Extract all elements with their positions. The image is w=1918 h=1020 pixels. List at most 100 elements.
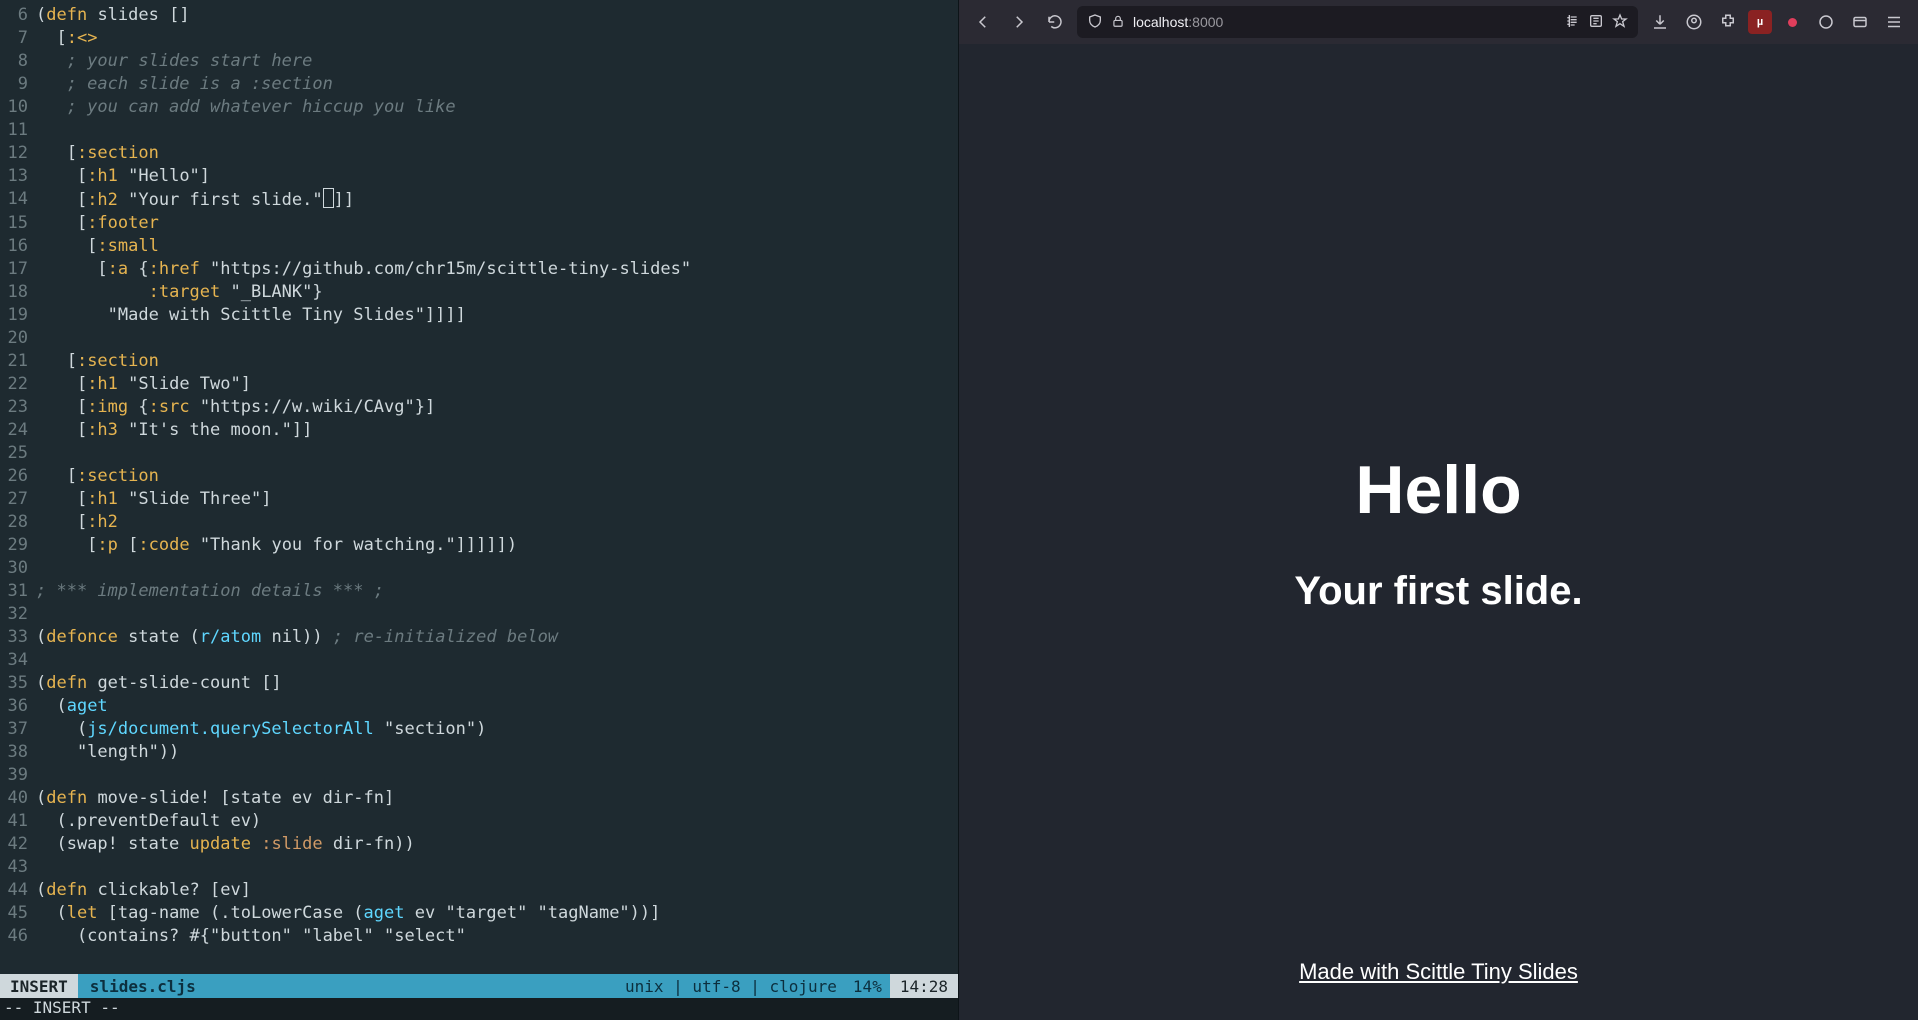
code-text[interactable]: :target "_BLANK"} (36, 281, 958, 304)
code-line[interactable]: 32 (0, 603, 958, 626)
code-line[interactable]: 23 [:img {:src "https://w.wiki/CAvg"}] (0, 396, 958, 419)
code-text[interactable] (36, 327, 958, 350)
code-line[interactable]: 42 (swap! state update :slide dir-fn)) (0, 833, 958, 856)
code-line[interactable]: 19 "Made with Scittle Tiny Slides"]]]] (0, 304, 958, 327)
code-line[interactable]: 45 (let [tag-name (.toLowerCase (aget ev… (0, 902, 958, 925)
code-text[interactable]: [:section (36, 350, 958, 373)
code-text[interactable] (36, 649, 958, 672)
code-text[interactable]: [:<> (36, 27, 958, 50)
code-text[interactable]: [:section (36, 142, 958, 165)
download-icon[interactable] (1646, 8, 1674, 36)
code-line[interactable]: 12 [:section (0, 142, 958, 165)
code-line[interactable]: 17 [:a {:href "https://github.com/chr15m… (0, 258, 958, 281)
code-line[interactable]: 21 [:section (0, 350, 958, 373)
code-text[interactable]: ; *** implementation details *** ; (36, 580, 958, 603)
code-line[interactable]: 27 [:h1 "Slide Three"] (0, 488, 958, 511)
code-line[interactable]: 30 (0, 557, 958, 580)
url-bar[interactable]: localhost:8000 (1077, 6, 1638, 38)
code-line[interactable]: 25 (0, 442, 958, 465)
code-text[interactable]: [:h1 "Slide Three"] (36, 488, 958, 511)
code-line[interactable]: 7 [:<> (0, 27, 958, 50)
page-actions-icon[interactable] (1588, 13, 1604, 32)
code-line[interactable]: 37 (js/document.querySelectorAll "sectio… (0, 718, 958, 741)
code-text[interactable] (36, 764, 958, 787)
code-text[interactable] (36, 119, 958, 142)
code-text[interactable]: (defn clickable? [ev] (36, 879, 958, 902)
code-text[interactable] (36, 557, 958, 580)
code-text[interactable]: [:a {:href "https://github.com/chr15m/sc… (36, 258, 958, 281)
code-text[interactable]: (defn slides [] (36, 4, 958, 27)
container-icon[interactable] (1846, 8, 1874, 36)
code-line[interactable]: 40(defn move-slide! [state ev dir-fn] (0, 787, 958, 810)
code-line[interactable]: 31; *** implementation details *** ; (0, 580, 958, 603)
extensions-icon[interactable] (1714, 8, 1742, 36)
code-line[interactable]: 13 [:h1 "Hello"] (0, 165, 958, 188)
slide-viewport[interactable]: Hello Your first slide. Made with Scittl… (959, 44, 1918, 1020)
code-text[interactable] (36, 442, 958, 465)
code-line[interactable]: 43 (0, 856, 958, 879)
account-icon[interactable] (1680, 8, 1708, 36)
reload-icon[interactable] (1041, 8, 1069, 36)
code-area[interactable]: 6(defn slides []7 [:<>8 ; your slides st… (0, 0, 958, 974)
code-text[interactable]: [:h3 "It's the moon."]] (36, 419, 958, 442)
code-text[interactable]: "length")) (36, 741, 958, 764)
code-text[interactable]: "Made with Scittle Tiny Slides"]]]] (36, 304, 958, 327)
code-line[interactable]: 20 (0, 327, 958, 350)
code-text[interactable]: [:img {:src "https://w.wiki/CAvg"}] (36, 396, 958, 419)
slide-footer-link[interactable]: Made with Scittle Tiny Slides (1299, 959, 1578, 984)
code-line[interactable]: 28 [:h2 (0, 511, 958, 534)
code-text[interactable]: (defn get-slide-count [] (36, 672, 958, 695)
code-line[interactable]: 33(defonce state (r/atom nil)) ; re-init… (0, 626, 958, 649)
code-text[interactable]: (.preventDefault ev) (36, 810, 958, 833)
code-text[interactable]: (swap! state update :slide dir-fn)) (36, 833, 958, 856)
code-text[interactable]: (contains? #{"button" "label" "select" (36, 925, 958, 948)
code-line[interactable]: 26 [:section (0, 465, 958, 488)
code-text[interactable]: [:footer (36, 212, 958, 235)
code-line[interactable]: 18 :target "_BLANK"} (0, 281, 958, 304)
back-icon[interactable] (969, 8, 997, 36)
code-text[interactable]: ; you can add whatever hiccup you like (36, 96, 958, 119)
code-text[interactable]: (defonce state (r/atom nil)) ; re-initia… (36, 626, 958, 649)
code-line[interactable]: 9 ; each slide is a :section (0, 73, 958, 96)
code-line[interactable]: 36 (aget (0, 695, 958, 718)
code-line[interactable]: 10 ; you can add whatever hiccup you lik… (0, 96, 958, 119)
code-text[interactable] (36, 603, 958, 626)
code-line[interactable]: 34 (0, 649, 958, 672)
code-line[interactable]: 14 [:h2 "Your first slide."]] (0, 188, 958, 212)
line-number: 7 (0, 27, 36, 50)
forward-icon[interactable] (1005, 8, 1033, 36)
code-line[interactable]: 35(defn get-slide-count [] (0, 672, 958, 695)
bookmark-icon[interactable] (1612, 13, 1628, 32)
code-line[interactable]: 8 ; your slides start here (0, 50, 958, 73)
addon-circle-icon[interactable] (1812, 8, 1840, 36)
code-text[interactable]: (let [tag-name (.toLowerCase (aget ev "t… (36, 902, 958, 925)
code-line[interactable]: 38 "length")) (0, 741, 958, 764)
code-line[interactable]: 15 [:footer (0, 212, 958, 235)
code-text[interactable]: [:h1 "Slide Two"] (36, 373, 958, 396)
code-text[interactable]: ; your slides start here (36, 50, 958, 73)
code-line[interactable]: 29 [:p [:code "Thank you for watching."]… (0, 534, 958, 557)
code-line[interactable]: 6(defn slides [] (0, 4, 958, 27)
menu-icon[interactable] (1880, 8, 1908, 36)
code-text[interactable]: (aget (36, 695, 958, 718)
code-text[interactable]: (defn move-slide! [state ev dir-fn] (36, 787, 958, 810)
code-line[interactable]: 44(defn clickable? [ev] (0, 879, 958, 902)
ublock-icon[interactable]: µ (1748, 10, 1772, 34)
code-line[interactable]: 46 (contains? #{"button" "label" "select… (0, 925, 958, 948)
code-text[interactable]: [:p [:code "Thank you for watching."]]]]… (36, 534, 958, 557)
code-line[interactable]: 41 (.preventDefault ev) (0, 810, 958, 833)
reader-mode-icon[interactable] (1564, 13, 1580, 32)
code-line[interactable]: 22 [:h1 "Slide Two"] (0, 373, 958, 396)
code-text[interactable]: [:section (36, 465, 958, 488)
code-line[interactable]: 11 (0, 119, 958, 142)
code-line[interactable]: 24 [:h3 "It's the moon."]] (0, 419, 958, 442)
code-text[interactable]: [:h2 (36, 511, 958, 534)
code-text[interactable]: ; each slide is a :section (36, 73, 958, 96)
code-line[interactable]: 39 (0, 764, 958, 787)
code-text[interactable]: [:h1 "Hello"] (36, 165, 958, 188)
code-text[interactable]: [:small (36, 235, 958, 258)
code-text[interactable]: [:h2 "Your first slide."]] (36, 188, 958, 212)
code-text[interactable]: (js/document.querySelectorAll "section") (36, 718, 958, 741)
code-text[interactable] (36, 856, 958, 879)
code-line[interactable]: 16 [:small (0, 235, 958, 258)
